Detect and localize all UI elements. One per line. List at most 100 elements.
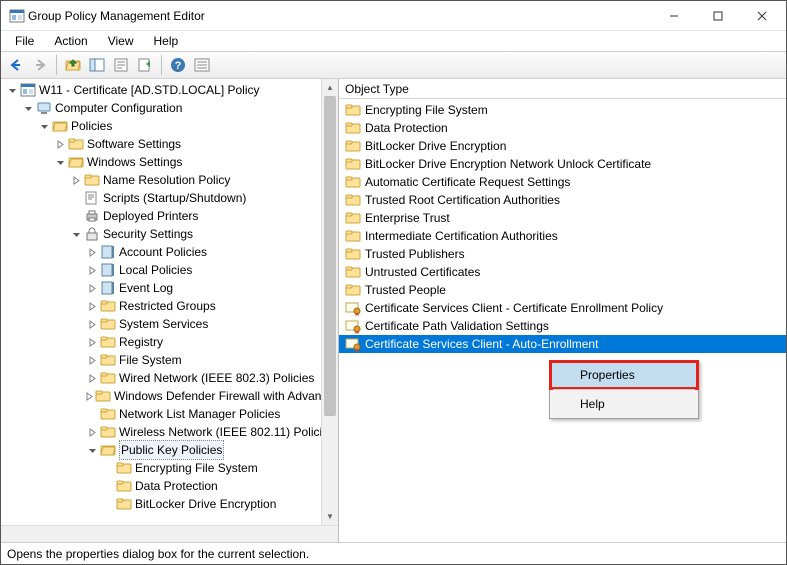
tree-scripts[interactable]: Scripts (Startup/Shutdown) [5,189,338,207]
collapse-icon[interactable] [21,101,35,115]
list-item-label: BitLocker Drive Encryption Network Unloc… [365,157,651,171]
tree-encrypting-file-system[interactable]: Encrypting File System [5,459,338,477]
expand-icon[interactable] [69,173,83,187]
collapse-icon[interactable] [5,83,19,97]
tree-security-settings[interactable]: Security Settings [5,225,338,243]
twist-spacer [69,209,83,223]
help-button[interactable] [167,54,189,76]
list-column-header[interactable]: Object Type [339,79,786,99]
tree-registry[interactable]: Registry [5,333,338,351]
menu-action[interactable]: Action [44,32,97,50]
computer-icon [36,100,52,116]
tree-software-settings[interactable]: Software Settings [5,135,338,153]
scroll-down-button[interactable]: ▼ [322,508,338,525]
folder-icon [345,246,361,262]
tree-data-protection[interactable]: Data Protection [5,477,338,495]
tree-system-services[interactable]: System Services [5,315,338,333]
list-item[interactable]: Enterprise Trust [339,209,786,227]
expand-icon[interactable] [85,335,99,349]
menu-help[interactable]: Help [144,32,189,50]
tree-root[interactable]: W11 - Certificate [AD.STD.LOCAL] Policy [5,81,338,99]
tree-vertical-scrollbar[interactable]: ▲ ▼ [321,79,338,525]
tree-item-label: Registry [119,333,163,351]
list-item[interactable]: Certificate Path Validation Settings [339,317,786,335]
tree-deployed-printers[interactable]: Deployed Printers [5,207,338,225]
list-item[interactable]: BitLocker Drive Encryption Network Unloc… [339,155,786,173]
forward-button[interactable] [29,54,51,76]
minimize-button[interactable] [652,2,696,30]
expand-icon[interactable] [53,137,67,151]
menu-file[interactable]: File [5,32,44,50]
twist-spacer [101,461,115,475]
expand-icon[interactable] [85,389,94,403]
toolbar-separator [56,55,57,75]
expand-icon[interactable] [85,317,99,331]
export-list-button[interactable] [134,54,156,76]
twist-spacer [101,497,115,511]
expand-icon[interactable] [85,371,99,385]
titlebar: Group Policy Management Editor [1,1,786,31]
tree-restricted-groups[interactable]: Restricted Groups [5,297,338,315]
tree-item-label: Computer Configuration [55,99,182,117]
tree-bitlocker-drive-encryption[interactable]: BitLocker Drive Encryption [5,495,338,513]
list-item[interactable]: Encrypting File System [339,101,786,119]
list-view-button[interactable] [191,54,213,76]
list-item[interactable]: Data Protection [339,119,786,137]
list-item[interactable]: Automatic Certificate Request Settings [339,173,786,191]
tree-name-resolution-policy[interactable]: Name Resolution Policy [5,171,338,189]
window: Group Policy Management Editor File Acti… [0,0,787,565]
folder-icon [345,192,361,208]
tree-event-log[interactable]: Event Log [5,279,338,297]
expand-icon[interactable] [85,281,99,295]
tree-file-system[interactable]: File System [5,351,338,369]
tree-wired-network[interactable]: Wired Network (IEEE 802.3) Policies [5,369,338,387]
scroll-up-button[interactable]: ▲ [322,79,338,96]
tree-item-label: Wireless Network (IEEE 802.11) Policies [119,423,335,441]
context-menu-properties[interactable]: Properties [552,363,696,387]
list-item[interactable]: Trusted People [339,281,786,299]
tree-item-label: Policies [71,117,112,135]
show-hide-tree-button[interactable] [86,54,108,76]
list-item[interactable]: BitLocker Drive Encryption [339,137,786,155]
scroll-thumb[interactable] [324,96,336,416]
expand-icon[interactable] [85,353,99,367]
expand-icon[interactable] [85,263,99,277]
list-item[interactable]: Untrusted Certificates [339,263,786,281]
tree-network-list-manager[interactable]: Network List Manager Policies [5,405,338,423]
list-item[interactable]: Certificate Services Client - Auto-Enrol… [339,335,786,353]
collapse-icon[interactable] [53,155,67,169]
tree-local-policies[interactable]: Local Policies [5,261,338,279]
tree-item-label: Restricted Groups [119,297,216,315]
folder-icon [116,478,132,494]
collapse-icon[interactable] [37,119,51,133]
list-item[interactable]: Certificate Services Client - Certificat… [339,299,786,317]
tree-public-key-policies[interactable]: Public Key Policies [5,441,338,459]
properties-button[interactable] [110,54,132,76]
context-menu-help[interactable]: Help [552,392,696,416]
list-item[interactable]: Intermediate Certification Authorities [339,227,786,245]
tree-windows-defender-firewall[interactable]: Windows Defender Firewall with Advanced … [5,387,338,405]
expand-icon[interactable] [85,425,99,439]
book-icon [100,280,116,296]
back-button[interactable] [5,54,27,76]
collapse-icon[interactable] [69,227,83,241]
tree-account-policies[interactable]: Account Policies [5,243,338,261]
collapse-icon[interactable] [85,443,99,457]
list-item-label: Trusted Publishers [365,247,465,261]
folder-open-icon [68,154,84,170]
list-item[interactable]: Trusted Root Certification Authorities [339,191,786,209]
expand-icon[interactable] [85,245,99,259]
up-button[interactable] [62,54,84,76]
maximize-button[interactable] [696,2,740,30]
tree-horizontal-scrollbar[interactable] [1,525,338,542]
tree-policies[interactable]: Policies [5,117,338,135]
tree-wireless-network[interactable]: Wireless Network (IEEE 802.11) Policies [5,423,338,441]
tree-computer-configuration[interactable]: Computer Configuration [5,99,338,117]
menu-view[interactable]: View [98,32,144,50]
list-item[interactable]: Trusted Publishers [339,245,786,263]
tree-windows-settings[interactable]: Windows Settings [5,153,338,171]
expand-icon[interactable] [85,299,99,313]
tree-item-label: Data Protection [135,477,218,495]
menubar: File Action View Help [1,31,786,51]
close-button[interactable] [740,2,784,30]
